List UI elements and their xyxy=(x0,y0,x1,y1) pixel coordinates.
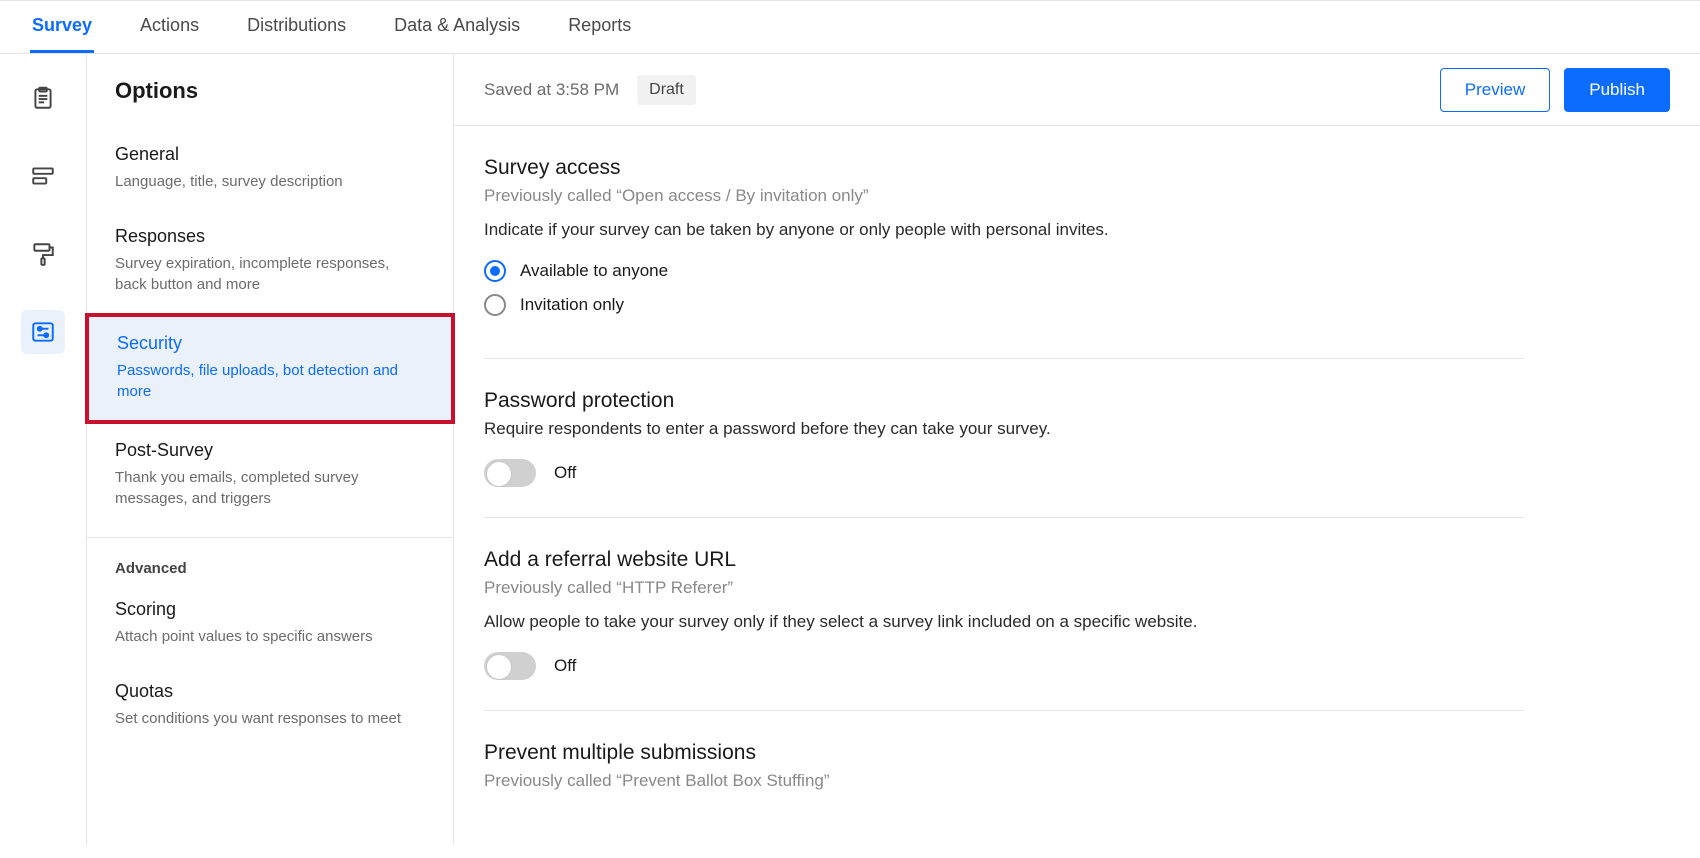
main-header: Saved at 3:58 PM Draft Preview Publish xyxy=(454,54,1700,126)
radio-icon xyxy=(484,260,506,282)
section-survey-access: Survey access Previously called “Open ac… xyxy=(484,156,1524,359)
settings-sliders-icon[interactable] xyxy=(21,310,65,354)
toggle-state-label: Off xyxy=(554,463,576,483)
sidebar-item-title: Post-Survey xyxy=(115,440,425,461)
section-previous-name: Previously called “Prevent Ballot Box St… xyxy=(484,771,1524,791)
radio-icon xyxy=(484,294,506,316)
section-title: Survey access xyxy=(484,156,1524,180)
main-content: Saved at 3:58 PM Draft Preview Publish S… xyxy=(454,54,1700,845)
section-title: Add a referral website URL xyxy=(484,548,1524,572)
sidebar-item-sub: Passwords, file uploads, bot detection a… xyxy=(117,360,423,402)
options-side-panel: Options General Language, title, survey … xyxy=(86,54,454,845)
sidebar-item-responses[interactable]: Responses Survey expiration, incomplete … xyxy=(87,210,453,313)
layout-icon[interactable] xyxy=(21,154,65,198)
saved-timestamp: Saved at 3:58 PM xyxy=(484,80,619,100)
sidebar-item-title: General xyxy=(115,144,425,165)
options-title: Options xyxy=(87,78,453,128)
sidebar-item-scoring[interactable]: Scoring Attach point values to specific … xyxy=(87,583,453,665)
section-prevent-multiple-submissions: Prevent multiple submissions Previously … xyxy=(484,741,1524,791)
draft-status-chip: Draft xyxy=(637,75,696,105)
sidebar-item-general[interactable]: General Language, title, survey descript… xyxy=(87,128,453,210)
sidebar-item-sub: Survey expiration, incomplete responses,… xyxy=(115,253,425,295)
section-password-protection: Password protection Require respondents … xyxy=(484,389,1524,518)
section-previous-name: Previously called “HTTP Referer” xyxy=(484,578,1524,598)
sidebar-item-post-survey[interactable]: Post-Survey Thank you emails, completed … xyxy=(87,424,453,527)
sidebar-item-title: Security xyxy=(117,333,423,354)
tab-actions[interactable]: Actions xyxy=(138,1,201,53)
toggle-switch-icon xyxy=(484,652,536,680)
radio-available-to-anyone[interactable]: Available to anyone xyxy=(484,260,1524,282)
tab-reports[interactable]: Reports xyxy=(566,1,633,53)
top-tabs: Survey Actions Distributions Data & Anal… xyxy=(0,0,1700,54)
referral-toggle[interactable]: Off xyxy=(484,652,1524,680)
preview-button[interactable]: Preview xyxy=(1440,68,1550,112)
icon-rail xyxy=(0,54,86,845)
sidebar-item-sub: Thank you emails, completed survey messa… xyxy=(115,467,425,509)
advanced-header: Advanced xyxy=(87,538,453,583)
sidebar-item-sub: Set conditions you want responses to mee… xyxy=(115,708,425,729)
section-description: Require respondents to enter a password … xyxy=(484,419,1524,439)
radio-label: Available to anyone xyxy=(520,261,668,281)
section-description: Indicate if your survey can be taken by … xyxy=(484,220,1524,240)
section-referral-url: Add a referral website URL Previously ca… xyxy=(484,548,1524,711)
toggle-switch-icon xyxy=(484,459,536,487)
sidebar-item-title: Quotas xyxy=(115,681,425,702)
tab-data-analysis[interactable]: Data & Analysis xyxy=(392,1,522,53)
toggle-state-label: Off xyxy=(554,656,576,676)
section-description: Allow people to take your survey only if… xyxy=(484,612,1524,632)
password-toggle[interactable]: Off xyxy=(484,459,1524,487)
section-previous-name: Previously called “Open access / By invi… xyxy=(484,186,1524,206)
section-title: Prevent multiple submissions xyxy=(484,741,1524,765)
radio-invitation-only[interactable]: Invitation only xyxy=(484,294,1524,316)
tab-distributions[interactable]: Distributions xyxy=(245,1,348,53)
sidebar-item-title: Scoring xyxy=(115,599,425,620)
tab-survey[interactable]: Survey xyxy=(30,1,94,53)
radio-label: Invitation only xyxy=(520,295,624,315)
sidebar-item-sub: Language, title, survey description xyxy=(115,171,425,192)
security-highlight-box: Security Passwords, file uploads, bot de… xyxy=(85,313,455,424)
sidebar-item-sub: Attach point values to specific answers xyxy=(115,626,425,647)
section-title: Password protection xyxy=(484,389,1524,413)
sidebar-item-security[interactable]: Security Passwords, file uploads, bot de… xyxy=(89,317,451,420)
paint-roller-icon[interactable] xyxy=(21,232,65,276)
sidebar-item-title: Responses xyxy=(115,226,425,247)
clipboard-icon[interactable] xyxy=(21,76,65,120)
publish-button[interactable]: Publish xyxy=(1564,68,1670,112)
sidebar-item-quotas[interactable]: Quotas Set conditions you want responses… xyxy=(87,665,453,747)
